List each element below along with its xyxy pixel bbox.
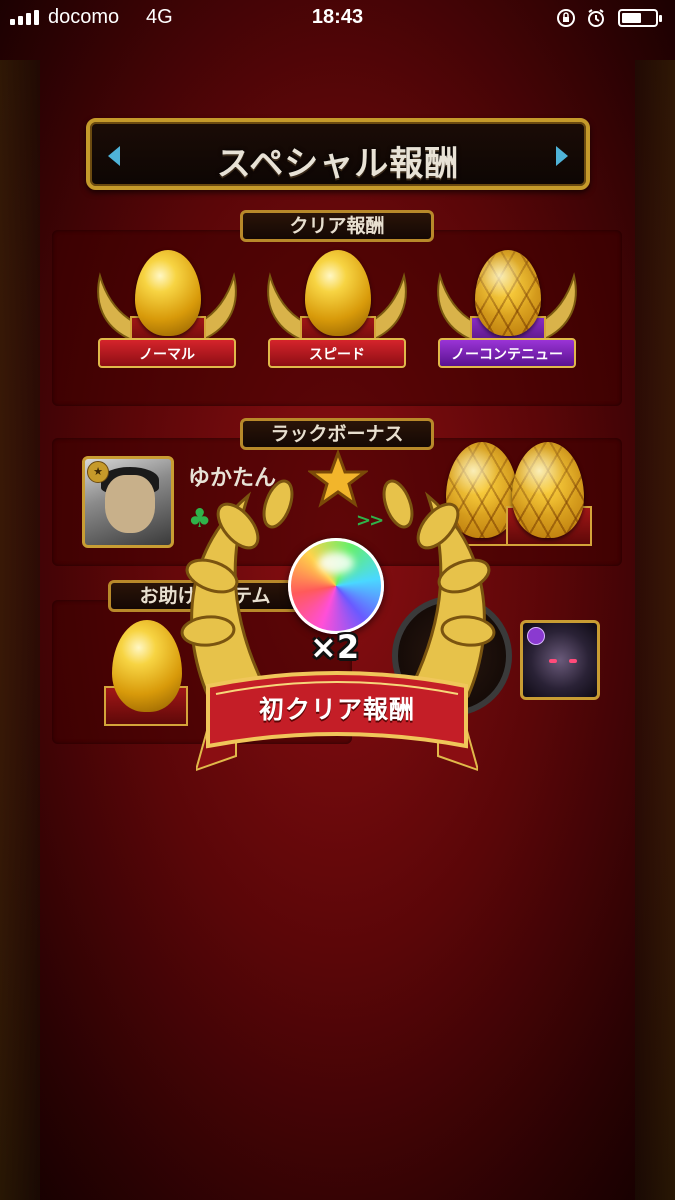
alarm-icon [588,9,604,27]
element-badge-icon [527,627,545,645]
status-bar: docomo 4G 18:43 [0,0,675,36]
clear-reward-label: クリア報酬 [240,210,434,242]
reward-normal[interactable]: ノーマル [92,250,242,380]
star-icon [308,450,368,508]
frame-right-decoration [635,60,675,1200]
rotation-lock-icon [557,9,575,27]
ribbon-normal: ノーマル [98,338,236,368]
avatar[interactable]: ★ [82,456,174,548]
luck-bonus-label: ラックボーナス [240,418,434,450]
title-plate: スペシャル報酬 [86,118,590,190]
gold-egg-icon [305,250,371,336]
monster-thumbnail[interactable] [520,620,600,700]
frame-left-decoration [0,60,40,1200]
ribbon-speed: スピード [268,338,406,368]
reward-no-continue[interactable]: ノーコンテニュー [432,250,582,380]
page-title: スペシャル報酬 [216,144,460,184]
reward-speed[interactable]: スピード [262,250,412,380]
first-clear-reward-label: 初クリア報酬 [258,695,415,724]
gold-egg-icon [135,250,201,336]
medal-icon: ★ [87,461,109,483]
battery-level [622,13,641,23]
battery-icon [618,9,662,27]
rainbow-orb-icon [288,538,384,634]
ribbon-no-continue: ノーコンテニュー [438,338,576,368]
hex-gold-egg-icon [475,250,541,336]
